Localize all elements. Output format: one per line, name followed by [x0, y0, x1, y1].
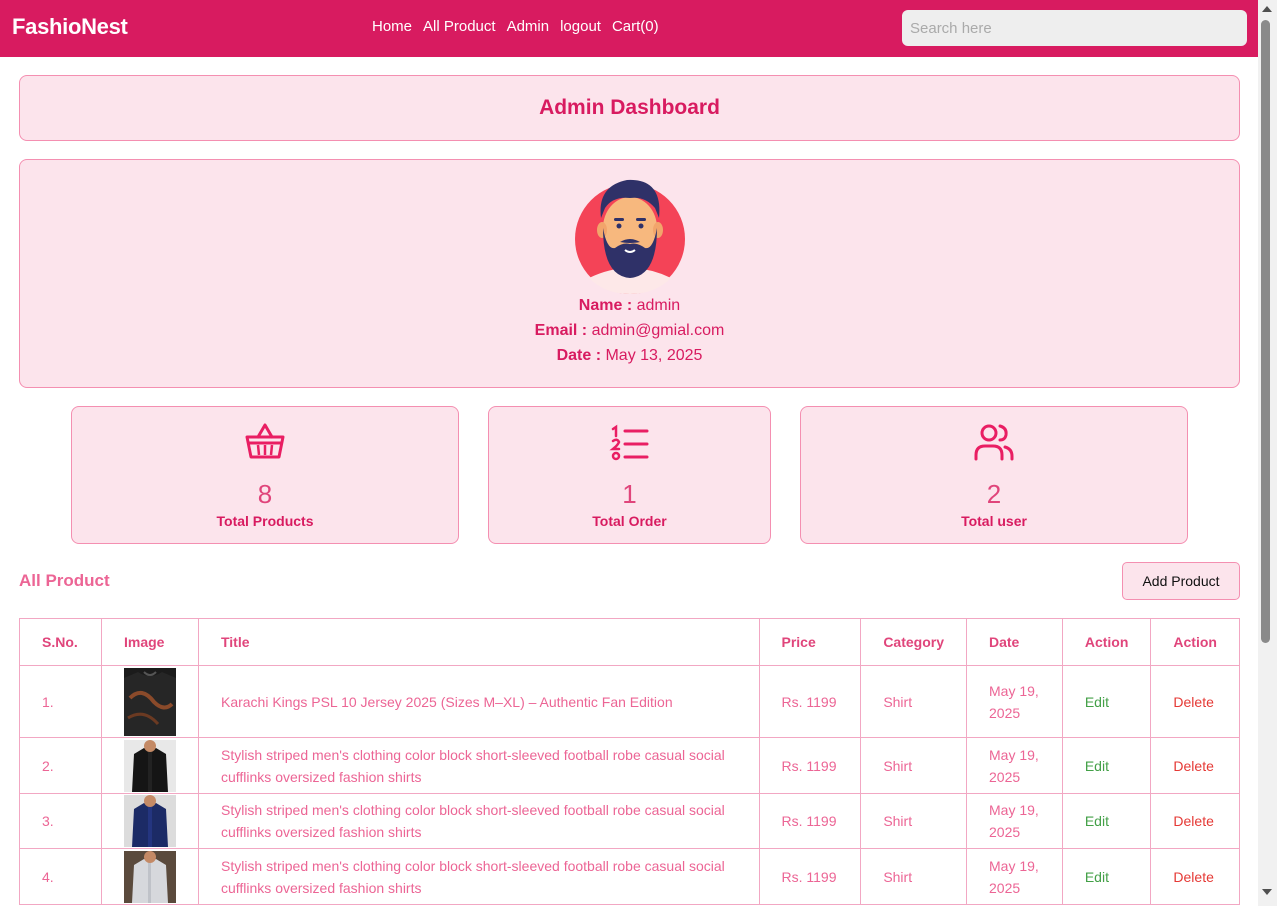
- table-row: 4. Stylish striped men's clothing color …: [19, 848, 1240, 905]
- stat-total-products: 8 Total Products: [71, 406, 459, 544]
- cell-image: [100, 848, 199, 905]
- nav-home-link[interactable]: Home: [372, 18, 412, 35]
- column-header: Category: [860, 618, 967, 666]
- cell-date: May 19, 2025: [966, 665, 1063, 738]
- cell-category: Shirt: [860, 848, 967, 905]
- stat-total-order: 1 Total Order: [488, 406, 771, 544]
- column-header: Action: [1061, 618, 1152, 666]
- table-row: 2. Stylish striped men's clothing color …: [19, 737, 1240, 794]
- column-header: Title: [197, 618, 760, 666]
- column-header: Image: [100, 618, 199, 666]
- table-row: 1. Karachi Kings PSL 10 Jersey 2025 (Siz…: [19, 665, 1240, 738]
- cell-title[interactable]: Stylish striped men's clothing color blo…: [197, 737, 760, 794]
- table-header-row: S.No. Image Title Price Category Date Ac…: [19, 618, 1240, 666]
- stat-label: Total user: [961, 513, 1027, 529]
- delete-button[interactable]: Delete: [1150, 737, 1240, 794]
- brand-logo[interactable]: FashioNest: [12, 14, 128, 40]
- cell-image: [100, 793, 199, 849]
- dashboard-header: Admin Dashboard: [19, 75, 1240, 141]
- cell-title[interactable]: Karachi Kings PSL 10 Jersey 2025 (Sizes …: [197, 665, 760, 738]
- scroll-up-arrow-icon[interactable]: [1262, 6, 1272, 12]
- cell-sno: 3.: [19, 793, 102, 849]
- product-image[interactable]: [123, 667, 176, 736]
- cell-category: Shirt: [860, 665, 967, 738]
- profile-date: Date : May 13, 2025: [556, 347, 703, 364]
- column-header: Action: [1150, 618, 1240, 666]
- nav-links: Home All Product Admin logout Cart(0): [372, 18, 659, 35]
- column-header: Price: [758, 618, 862, 666]
- delete-button[interactable]: Delete: [1150, 665, 1240, 738]
- cell-price: Rs. 1199: [758, 665, 862, 738]
- cell-date: May 19, 2025: [966, 737, 1063, 794]
- cell-title[interactable]: Stylish striped men's clothing color blo…: [197, 793, 760, 849]
- profile-email: Email : admin@gmial.com: [534, 322, 725, 339]
- stat-total-user: 2 Total user: [800, 406, 1188, 544]
- profile-card: Name : admin Email : admin@gmial.com Dat…: [19, 159, 1240, 388]
- search-input[interactable]: [902, 10, 1247, 46]
- cell-title[interactable]: Stylish striped men's clothing color blo…: [197, 848, 760, 905]
- edit-button[interactable]: Edit: [1061, 848, 1152, 905]
- list-icon: [608, 424, 648, 461]
- edit-button[interactable]: Edit: [1061, 737, 1152, 794]
- stat-value: 8: [257, 479, 273, 509]
- nav-cart-link[interactable]: Cart(0): [612, 18, 659, 35]
- edit-button[interactable]: Edit: [1061, 665, 1152, 738]
- cell-image: [100, 737, 199, 794]
- products-table: S.No. Image Title Price Category Date Ac…: [19, 618, 1240, 905]
- scroll-down-arrow-icon[interactable]: [1262, 889, 1272, 895]
- cell-category: Shirt: [860, 737, 967, 794]
- basket-icon: [245, 423, 285, 459]
- profile-name: Name : admin: [578, 297, 681, 314]
- stat-label: Total Order: [592, 513, 667, 529]
- cell-date: May 19, 2025: [966, 793, 1063, 849]
- stat-value: 1: [622, 479, 637, 509]
- cell-sno: 2.: [19, 737, 102, 794]
- column-header: Date: [966, 618, 1063, 666]
- product-image[interactable]: [123, 795, 176, 847]
- navbar: FashioNest Home All Product Admin logout…: [0, 0, 1258, 57]
- product-image[interactable]: [123, 739, 176, 792]
- avatar: [575, 179, 685, 294]
- delete-button[interactable]: Delete: [1150, 793, 1240, 849]
- cell-price: Rs. 1199: [758, 737, 862, 794]
- table-row: 3. Stylish striped men's clothing color …: [19, 793, 1240, 849]
- nav-admin-link[interactable]: Admin: [507, 18, 550, 35]
- product-image[interactable]: [123, 850, 176, 903]
- nav-logout-link[interactable]: logout: [560, 18, 601, 35]
- cell-category: Shirt: [860, 793, 967, 849]
- column-header: S.No.: [19, 618, 102, 666]
- cell-date: May 19, 2025: [966, 848, 1063, 905]
- cell-sno: 4.: [19, 848, 102, 905]
- section-title: All Product: [19, 571, 110, 590]
- cell-sno: 1.: [19, 665, 102, 738]
- page: FashioNest Home All Product Admin logout…: [0, 0, 1258, 906]
- cell-price: Rs. 1199: [758, 793, 862, 849]
- nav-all-product-link[interactable]: All Product: [423, 18, 496, 35]
- page-title: Admin Dashboard: [539, 96, 720, 119]
- delete-button[interactable]: Delete: [1150, 848, 1240, 905]
- scrollbar-thumb[interactable]: [1261, 20, 1270, 643]
- stat-label: Total Products: [216, 513, 314, 529]
- cell-price: Rs. 1199: [758, 848, 862, 905]
- users-icon: [974, 424, 1014, 461]
- add-product-button[interactable]: Add Product: [1122, 562, 1240, 600]
- cell-image: [100, 665, 199, 738]
- stat-value: 2: [986, 479, 1002, 509]
- edit-button[interactable]: Edit: [1061, 793, 1152, 849]
